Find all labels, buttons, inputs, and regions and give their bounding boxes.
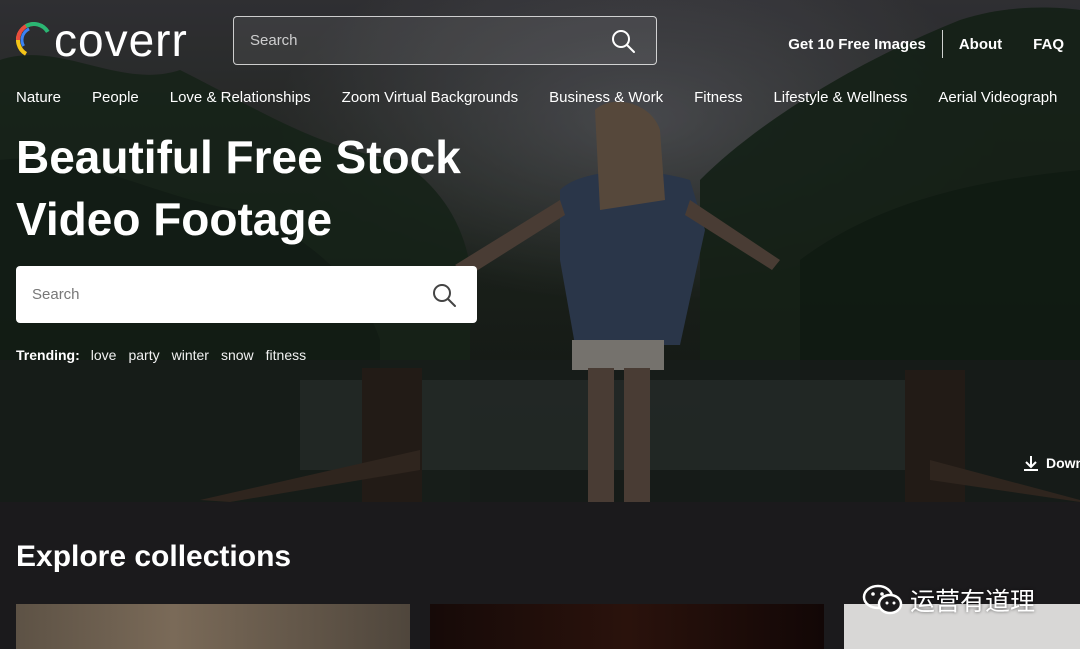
category-link-business-work[interactable]: Business & Work	[549, 89, 663, 106]
category-link-fitness[interactable]: Fitness	[694, 89, 742, 106]
hero-title-line-2: Video Footage	[16, 193, 333, 245]
category-link-lifestyle-wellness[interactable]: Lifestyle & Wellness	[773, 89, 907, 106]
header-nav: Get 10 Free Images About FAQ	[788, 30, 1064, 58]
logo-rainbow-icon	[16, 22, 52, 58]
category-link-aerial[interactable]: Aerial Videograph	[938, 89, 1057, 106]
hero-overlay	[0, 0, 1080, 502]
category-link-love-relationships[interactable]: Love & Relationships	[170, 89, 311, 106]
hero-search-input[interactable]	[16, 266, 431, 323]
search-icon[interactable]	[431, 282, 457, 308]
category-link-nature[interactable]: Nature	[16, 89, 61, 106]
category-nav: Nature People Love & Relationships Zoom …	[16, 89, 1080, 106]
trending-tag-party[interactable]: party	[128, 347, 159, 363]
hero-search-box[interactable]	[16, 266, 477, 323]
about-link[interactable]: About	[959, 36, 1002, 53]
faq-link[interactable]: FAQ	[1033, 36, 1064, 53]
category-link-people[interactable]: People	[92, 89, 139, 106]
hero-section: coverr Get 10 Free Images About FAQ Natu…	[0, 0, 1080, 502]
header-search-input[interactable]	[234, 17, 610, 64]
download-label: Down	[1046, 455, 1080, 471]
trending-label: Trending:	[16, 347, 80, 363]
collection-card[interactable]	[430, 604, 824, 649]
download-icon	[1024, 456, 1038, 471]
search-icon[interactable]	[610, 28, 636, 54]
nav-divider	[941, 30, 943, 58]
watermark: 运营有道理	[862, 582, 1035, 618]
explore-collections-heading: Explore collections	[16, 540, 292, 573]
get-free-images-link[interactable]: Get 10 Free Images	[788, 36, 926, 53]
logo-wordmark: coverr	[54, 14, 188, 66]
hero-title: Beautiful Free Stock Video Footage	[16, 126, 496, 250]
wechat-icon	[862, 584, 903, 615]
trending-tag-snow[interactable]: snow	[221, 347, 254, 363]
category-link-zoom-backgrounds[interactable]: Zoom Virtual Backgrounds	[342, 89, 518, 106]
coverr-logo[interactable]: coverr	[16, 14, 188, 66]
header-search-box[interactable]	[233, 16, 657, 65]
trending-tag-fitness[interactable]: fitness	[266, 347, 306, 363]
trending-tag-winter[interactable]: winter	[172, 347, 209, 363]
trending-tag-love[interactable]: love	[91, 347, 117, 363]
trending-tags: Trending: love party winter snow fitness	[16, 347, 318, 363]
hero-title-line-1: Beautiful Free Stock	[16, 131, 461, 183]
download-button[interactable]: Down	[1022, 454, 1080, 472]
collection-card[interactable]	[16, 604, 410, 649]
watermark-text: 运营有道理	[910, 587, 1036, 616]
